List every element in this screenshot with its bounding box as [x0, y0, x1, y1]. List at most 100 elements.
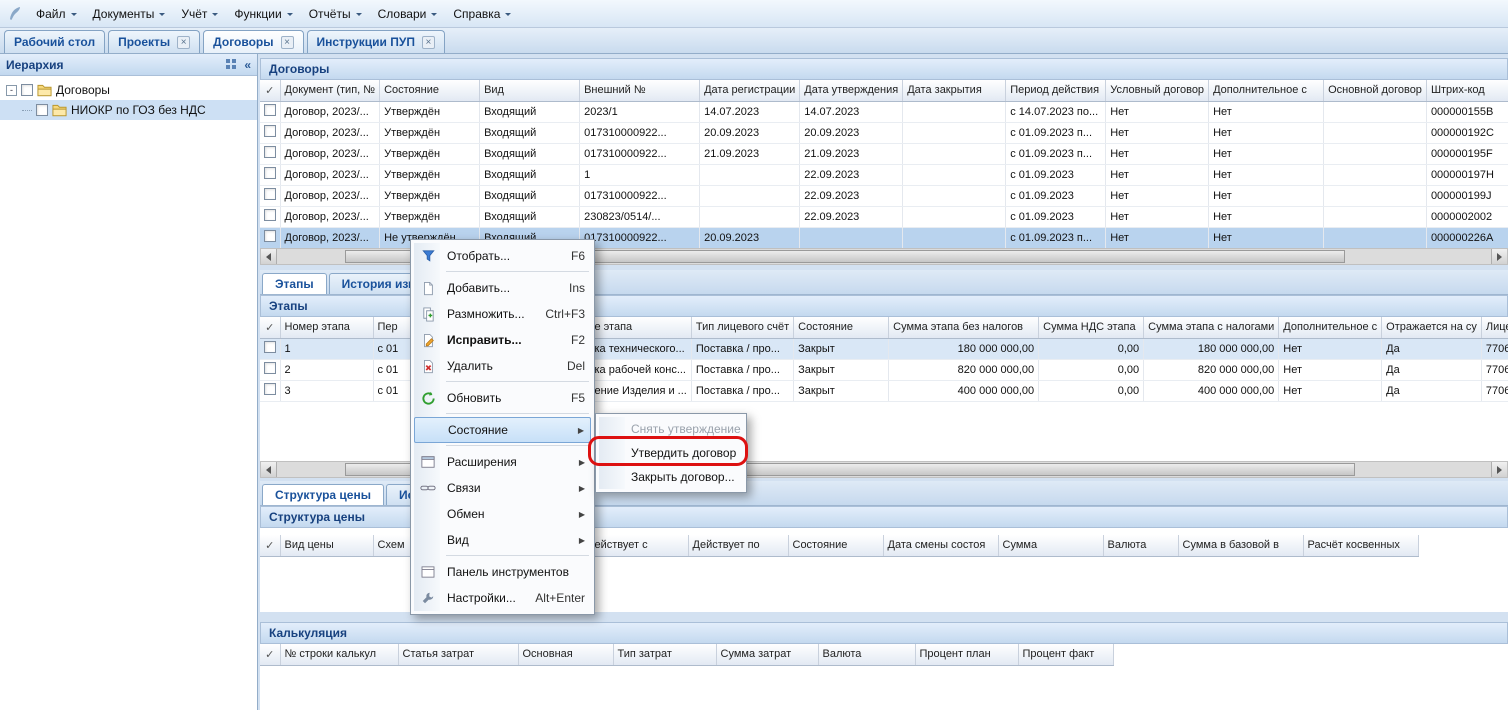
row-checkbox[interactable] [264, 383, 276, 395]
column-header[interactable]: Дата утверждения [800, 80, 903, 101]
column-header[interactable]: Номер этапа [280, 317, 373, 338]
context-menu-item[interactable]: Добавить...Ins [414, 275, 591, 301]
column-header[interactable]: Дата закрытия [903, 80, 1006, 101]
section-tab[interactable]: Структура цены [262, 484, 384, 505]
column-header[interactable]: Дата регистрации [700, 80, 800, 101]
menubar-item[interactable]: Учёт [173, 3, 226, 25]
table-row[interactable]: Договор, 2023/...УтверждёнВходящий017310… [260, 143, 1508, 164]
tree-node[interactable]: -Договоры [0, 80, 257, 100]
row-checkbox[interactable] [264, 146, 276, 158]
context-menu-item[interactable]: Размножить...Ctrl+F3 [414, 301, 591, 327]
row-select-cell[interactable] [260, 164, 280, 185]
context-menu-item[interactable]: Состояние▶ [414, 417, 591, 443]
column-header[interactable]: Сумма [998, 535, 1103, 556]
scroll-right-button[interactable] [1491, 249, 1507, 264]
row-select-cell[interactable] [260, 227, 280, 248]
table-row[interactable]: Договор, 2023/...УтверждёнВходящий230823… [260, 206, 1508, 227]
column-header[interactable]: Период действия [1006, 80, 1106, 101]
row-select-cell[interactable] [260, 143, 280, 164]
row-select-cell[interactable] [260, 206, 280, 227]
column-header[interactable]: Действует по [688, 535, 788, 556]
table-row[interactable]: Договор, 2023/...УтверждёнВходящий017310… [260, 122, 1508, 143]
row-select-cell[interactable] [260, 380, 280, 401]
document-tab[interactable]: Инструкции ПУП× [307, 30, 445, 53]
row-checkbox[interactable] [264, 125, 276, 137]
row-select-cell[interactable] [260, 122, 280, 143]
menubar-item[interactable]: Функции [226, 3, 300, 25]
context-menu-item[interactable]: Обмен▶ [414, 501, 591, 527]
table-row[interactable]: Договор, 2023/...УтверждёнВходящий017310… [260, 185, 1508, 206]
row-select-cell[interactable] [260, 338, 280, 359]
row-checkbox[interactable] [264, 104, 276, 116]
column-header[interactable]: Сумма этапа без налогов [889, 317, 1039, 338]
context-menu-item[interactable]: Отобрать...F6 [414, 243, 591, 269]
menubar-item[interactable]: Документы [85, 3, 174, 25]
tree-node-checkbox[interactable] [21, 84, 33, 96]
row-select-cell[interactable] [260, 359, 280, 380]
column-header[interactable]: Процент факт [1018, 644, 1113, 665]
column-header[interactable]: Штрих-код [1426, 80, 1508, 101]
row-checkbox[interactable] [264, 230, 276, 242]
context-menu-item[interactable]: Настройки...Alt+Enter [414, 585, 591, 611]
column-header[interactable]: Сумма затрат [716, 644, 818, 665]
column-header[interactable]: Условный договор [1106, 80, 1209, 101]
row-checkbox[interactable] [264, 362, 276, 374]
document-tab[interactable]: Рабочий стол [4, 30, 105, 53]
close-icon[interactable]: × [422, 36, 435, 49]
scroll-left-button[interactable] [261, 249, 277, 264]
context-menu-item[interactable]: Панель инструментов [414, 559, 591, 585]
scroll-left-button[interactable] [261, 462, 277, 477]
row-select-cell[interactable] [260, 185, 280, 206]
column-header[interactable]: Отражается на су [1382, 317, 1482, 338]
column-header[interactable]: Дополнительное с [1279, 317, 1382, 338]
tree-node-checkbox[interactable] [36, 104, 48, 116]
column-header[interactable]: Состояние [794, 317, 889, 338]
menubar-item[interactable]: Справка [445, 3, 519, 25]
document-tab[interactable]: Проекты× [108, 30, 200, 53]
context-menu-item[interactable]: Исправить...F2 [414, 327, 591, 353]
row-checkbox[interactable] [264, 209, 276, 221]
column-header[interactable]: Основной договор [1324, 80, 1427, 101]
column-header[interactable]: Валюта [818, 644, 915, 665]
row-select-cell[interactable] [260, 101, 280, 122]
menubar-item[interactable]: Отчёты [301, 3, 370, 25]
context-menu-item[interactable]: ОбновитьF5 [414, 385, 591, 411]
column-header[interactable]: Основная [518, 644, 613, 665]
context-menu-item[interactable]: Расширения▶ [414, 449, 591, 475]
column-header[interactable]: Состояние [380, 80, 480, 101]
column-header[interactable]: Расчёт косвенных [1303, 535, 1418, 556]
row-checkbox[interactable] [264, 188, 276, 200]
context-menu-item[interactable]: УдалитьDel [414, 353, 591, 379]
document-tab[interactable]: Договоры× [203, 30, 303, 53]
menubar-item[interactable]: Файл [28, 3, 85, 25]
column-header[interactable]: Сумма этапа с налогами [1144, 317, 1279, 338]
column-header[interactable]: ✓ [260, 317, 280, 338]
column-header[interactable]: Вид [480, 80, 580, 101]
scroll-right-button[interactable] [1491, 462, 1507, 477]
column-header[interactable]: № строки калькул [280, 644, 398, 665]
submenu-item[interactable]: Снять утверждение [599, 417, 743, 441]
context-menu-item[interactable]: Вид▶ [414, 527, 591, 553]
close-icon[interactable]: × [177, 36, 190, 49]
close-icon[interactable]: × [281, 36, 294, 49]
row-checkbox[interactable] [264, 341, 276, 353]
tree-expander-icon[interactable]: - [6, 85, 17, 96]
column-header[interactable]: Состояние [788, 535, 883, 556]
context-menu-item[interactable]: Связи▶ [414, 475, 591, 501]
column-header[interactable]: Дополнительное с [1209, 80, 1324, 101]
panel-view-icon[interactable] [225, 58, 238, 71]
tree-node[interactable]: НИОКР по ГОЗ без НДС [0, 100, 257, 120]
table-row[interactable]: Договор, 2023/...УтверждёнВходящий122.09… [260, 164, 1508, 185]
table-row[interactable]: Договор, 2023/...УтверждёнВходящий2023/1… [260, 101, 1508, 122]
collapse-sidebar-icon[interactable]: « [244, 58, 251, 72]
column-header[interactable]: Сумма в базовой в [1178, 535, 1303, 556]
row-checkbox[interactable] [264, 167, 276, 179]
column-header[interactable]: ✓ [260, 644, 280, 665]
column-header[interactable]: Внешний № [580, 80, 700, 101]
column-header[interactable]: ✓ [260, 80, 280, 101]
submenu-item[interactable]: Утвердить договор [599, 441, 743, 465]
column-header[interactable]: Вид цены [280, 535, 373, 556]
column-header[interactable]: Статья затрат [398, 644, 518, 665]
column-header[interactable]: Документ (тип, № [280, 80, 380, 101]
column-header[interactable]: Валюта [1103, 535, 1178, 556]
